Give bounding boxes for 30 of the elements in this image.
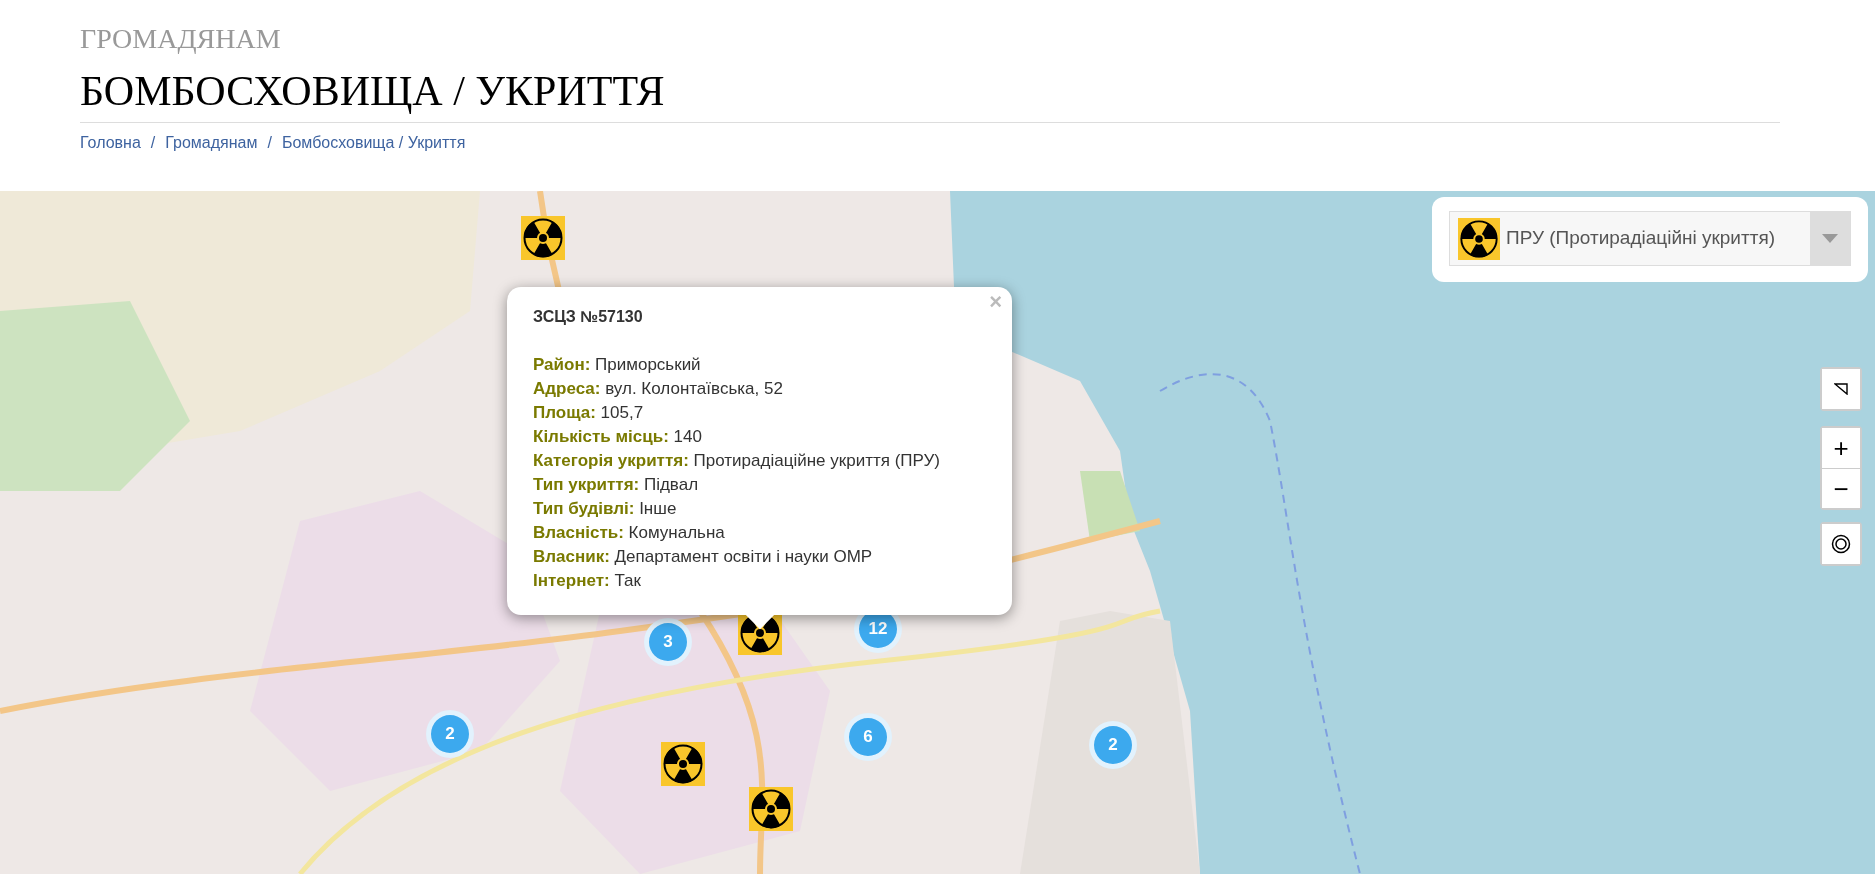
- caret-icon: [1822, 234, 1838, 243]
- breadcrumb-link[interactable]: Бомбосховища / Укриття: [281, 130, 466, 155]
- radiation-marker-icon[interactable]: [521, 216, 565, 260]
- radiation-icon: [1458, 217, 1500, 260]
- info-line: Адреса: вул. Колонтаївська, 52: [533, 378, 784, 400]
- radiation-marker-icon[interactable]: [749, 787, 793, 831]
- triangle-icon: [1834, 383, 1848, 395]
- shelter-type-dropdown[interactable]: ПРУ (Протирадіаційні укриття): [1449, 211, 1851, 266]
- locate-button[interactable]: [1822, 524, 1860, 564]
- info-line: Район: Приморський: [533, 354, 702, 376]
- zoom-out-button[interactable]: −: [1822, 468, 1860, 508]
- info-line: Власність: Комунальна: [533, 522, 726, 544]
- info-line: Кількість місць: 140: [533, 426, 703, 448]
- info-line: Площа: 105,7: [533, 402, 645, 424]
- section-heading: ГРОМАДЯНАМ: [80, 22, 282, 56]
- popup-title: ЗСЦЗ №57130: [533, 307, 644, 327]
- radiation-marker-icon[interactable]: [661, 742, 705, 786]
- page-title: БОМБОСХОВИЩА / УКРИТТЯ: [80, 67, 1780, 123]
- info-line: Інтернет: Так: [533, 570, 642, 592]
- breadcrumb-separator: /: [150, 132, 156, 153]
- info-line: Тип укриття: Підвал: [533, 474, 700, 496]
- info-line: Категорія укриття: Протирадіаційне укриття (ПРУ): [533, 450, 941, 472]
- info-line: Тип будівлі: Інше: [533, 498, 678, 520]
- target-icon: [1831, 534, 1851, 554]
- breadcrumb-link[interactable]: Громадянам: [165, 130, 258, 155]
- dropdown-value: ПРУ (Протирадіаційні укриття): [1506, 226, 1776, 251]
- breadcrumb-link[interactable]: Головна: [80, 130, 141, 155]
- info-line: Власник: Департамент освіти і науки ОМР: [533, 546, 874, 568]
- navigation-button[interactable]: [1822, 369, 1860, 409]
- breadcrumb-separator: /: [267, 132, 272, 153]
